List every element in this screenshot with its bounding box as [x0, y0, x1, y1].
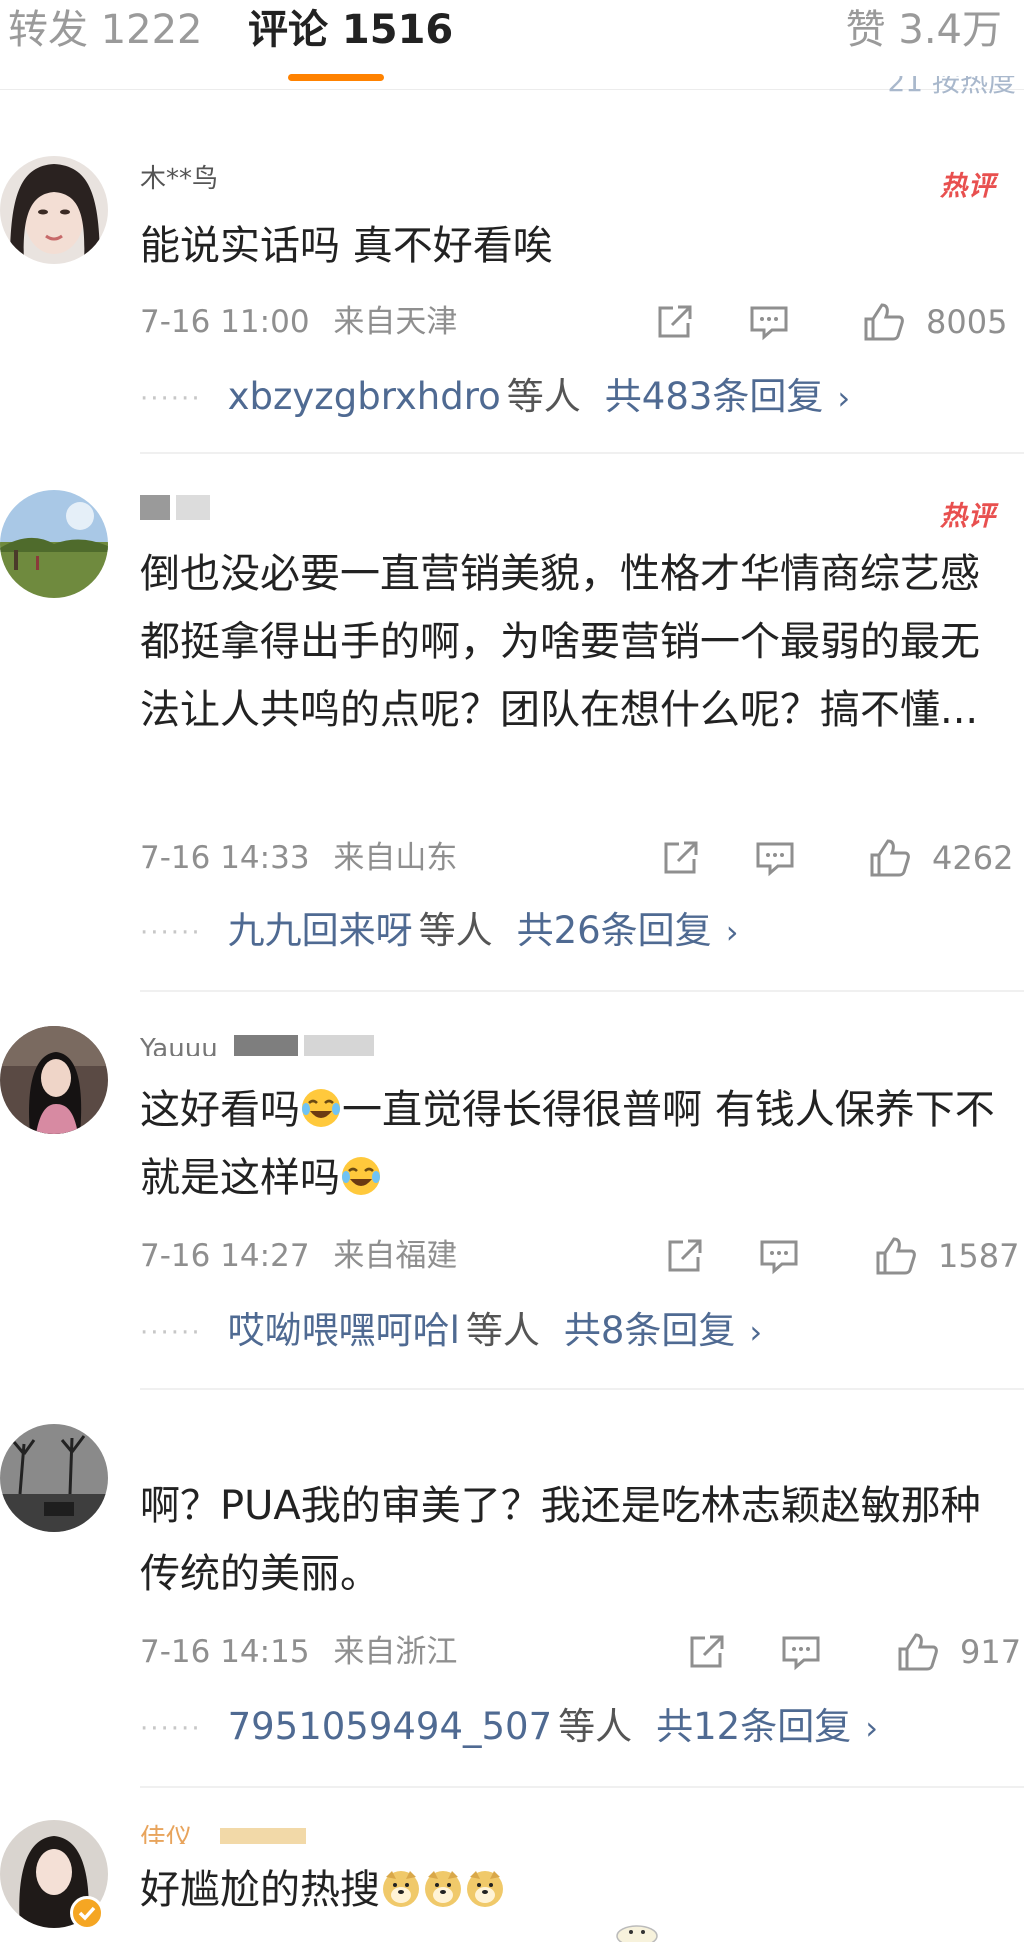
- tab-bar: 转发 1222 评论 1516 赞 3.4万 21 按热度: [0, 0, 1024, 94]
- avatar[interactable]: [0, 1424, 108, 1532]
- doge-emoji: [422, 1862, 464, 1907]
- username[interactable]: 佳仪: [140, 1824, 312, 1844]
- comment-location: 来自福建: [333, 1238, 458, 1274]
- comment-time: 7-16 14:27: [140, 1238, 310, 1274]
- comment-icon[interactable]: [748, 302, 790, 342]
- share-icon[interactable]: [660, 838, 702, 878]
- comment-text: 啊？PUA我的审美了？我还是吃林志颖赵敏那种传统的美丽。: [140, 1483, 981, 1597]
- comment-text-part: 好尴尬的热搜: [140, 1867, 380, 1913]
- hot-badge: 热评: [940, 171, 996, 202]
- comment-icon[interactable]: [780, 1632, 822, 1672]
- active-tab-indicator: [288, 74, 384, 81]
- reply-etal: 等人: [506, 375, 581, 418]
- laugh-cry-emoji: [300, 1082, 342, 1127]
- blurred-username: [226, 1034, 380, 1056]
- divider: [140, 990, 1024, 992]
- username-text: Yauuu: [140, 1034, 218, 1056]
- like-icon[interactable]: [862, 302, 906, 342]
- avatar[interactable]: [0, 156, 108, 264]
- dots-divider: ······: [140, 383, 202, 414]
- comment-meta: 7-16 14:15 来自浙江 917: [140, 1632, 1022, 1672]
- reply-count[interactable]: 共483条回复: [605, 375, 824, 418]
- chevron-right-icon[interactable]: ›: [865, 1709, 878, 1747]
- divider: [140, 452, 1024, 454]
- reply-names[interactable]: 哎呦喂嘿呵哈l: [228, 1309, 460, 1352]
- laugh-cry-emoji: [340, 1150, 382, 1195]
- comment-icon[interactable]: [754, 838, 796, 878]
- dots-divider: ······: [140, 917, 202, 948]
- share-icon[interactable]: [664, 1236, 706, 1276]
- tab-likes[interactable]: 赞 3.4万: [846, 4, 1002, 56]
- comment-icon[interactable]: [758, 1236, 800, 1276]
- reply-count[interactable]: 共12条回复: [656, 1705, 851, 1748]
- comment-text: 好尴尬的热搜: [140, 1856, 1018, 1924]
- chevron-right-icon[interactable]: ›: [837, 379, 850, 417]
- username[interactable]: [140, 494, 216, 520]
- like-icon[interactable]: [868, 838, 912, 878]
- like-count: 1587: [938, 1237, 1020, 1275]
- avatar[interactable]: [0, 490, 108, 598]
- reply-etal: 等人: [465, 1309, 540, 1352]
- dots-divider: ······: [140, 1713, 202, 1744]
- comment-time: 7-16 11:00: [140, 304, 310, 340]
- replies-row[interactable]: ······ 哎呦喂嘿呵哈l 等人 共8条回复 ›: [140, 1308, 1018, 1354]
- like-count: 8005: [926, 303, 1008, 341]
- comment-text: 能说实话吗 真不好看唉: [140, 223, 553, 269]
- reply-count[interactable]: 共26条回复: [517, 909, 712, 952]
- like-icon[interactable]: [874, 1236, 918, 1276]
- reply-etal: 等人: [558, 1705, 633, 1748]
- divider: [140, 1388, 1024, 1390]
- doge-emoji: [464, 1862, 506, 1907]
- reply-etal: 等人: [418, 909, 493, 952]
- comment-location: 来自天津: [333, 304, 458, 340]
- divider: [140, 1786, 1024, 1788]
- sort-hint[interactable]: 21 按热度: [887, 76, 1016, 94]
- username[interactable]: 木**鸟: [140, 164, 218, 190]
- comment-time: 7-16 14:33: [140, 840, 310, 876]
- dots-divider: ······: [140, 1317, 202, 1348]
- like-icon[interactable]: [896, 1632, 940, 1672]
- username[interactable]: Yauuu: [140, 1034, 380, 1056]
- blurred-username: [200, 1824, 312, 1844]
- tab-comments[interactable]: 评论 1516: [248, 4, 453, 56]
- replies-row[interactable]: ······ 7951059494_507 等人 共12条回复 ›: [140, 1704, 1018, 1750]
- comment-meta: 7-16 14:27 来自福建 1587: [140, 1236, 1020, 1276]
- chevron-right-icon[interactable]: ›: [749, 1313, 762, 1351]
- comment-location: 来自山东: [333, 840, 458, 876]
- share-icon[interactable]: [654, 302, 696, 342]
- like-count: 917: [960, 1633, 1022, 1671]
- verified-badge-icon: [70, 1896, 104, 1930]
- reply-count[interactable]: 共8条回复: [564, 1309, 736, 1352]
- tab-repost[interactable]: 转发 1222: [8, 4, 203, 56]
- replies-row[interactable]: ······ 九九回来呀 等人 共26条回复 ›: [140, 908, 1018, 954]
- avatar[interactable]: [0, 1026, 108, 1134]
- hot-badge: 热评: [940, 501, 996, 532]
- comment-text: 倒也没必要一直营销美貌，性格才华情商综艺感都挺拿得出手的啊，为啥要营销一个最弱的…: [140, 551, 980, 733]
- comments-page: 转发 1222 评论 1516 赞 3.4万 21 按热度 木**鸟 热评 能说…: [0, 0, 1024, 1942]
- like-count: 4262: [932, 839, 1014, 877]
- chevron-right-icon[interactable]: ›: [726, 913, 739, 951]
- comment-text: 这好看吗 一直觉得长得很普啊 有钱人保养下不就是这样吗: [140, 1076, 1018, 1212]
- comment-meta: 7-16 11:00 来自天津 8005: [140, 302, 1018, 342]
- doge-emoji: [380, 1862, 422, 1907]
- share-icon[interactable]: [686, 1632, 728, 1672]
- blurred-username: [140, 494, 216, 520]
- comment-location: 来自浙江: [333, 1634, 458, 1670]
- comment-text-part: 这好看吗: [140, 1087, 300, 1133]
- reply-names[interactable]: 7951059494_507: [228, 1705, 553, 1748]
- comment-meta: 7-16 14:33 来自山东 4262: [140, 838, 1018, 878]
- reply-names[interactable]: xbzyzgbrxhdro: [228, 375, 501, 418]
- decorative-sticker: [612, 1912, 662, 1942]
- reply-names[interactable]: 九九回来呀: [228, 909, 413, 952]
- replies-row[interactable]: ······ xbzyzgbrxhdro 等人 共483条回复 ›: [140, 374, 1018, 420]
- username-text: 佳仪: [140, 1824, 193, 1844]
- comment-time: 7-16 14:15: [140, 1634, 310, 1670]
